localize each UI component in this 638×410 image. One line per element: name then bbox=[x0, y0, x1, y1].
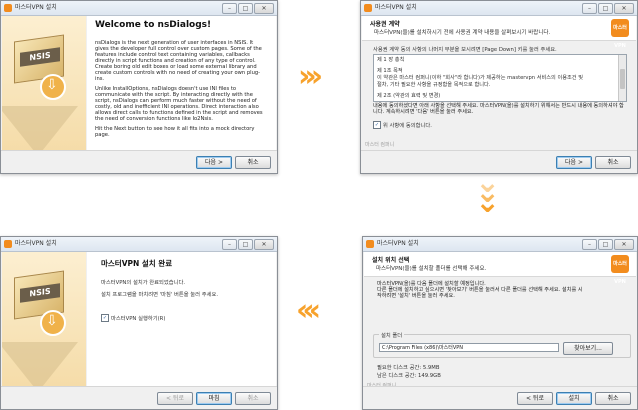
directory-window-title: 마스터VPN 설치 bbox=[377, 240, 419, 247]
minimize-button[interactable]: – bbox=[222, 3, 237, 14]
close-button[interactable]: ✕ bbox=[254, 239, 274, 250]
finish-heading: 마스터VPN 설치 완료 bbox=[101, 259, 173, 268]
maximize-button[interactable]: □ bbox=[238, 239, 253, 250]
back-button[interactable]: < 뒤로 bbox=[517, 392, 553, 405]
welcome-paragraph-3: Hit the Next button to see how it all fi… bbox=[95, 126, 255, 138]
directory-footer: < 뒤로 설치 취소 bbox=[363, 386, 637, 409]
minimize-button[interactable]: – bbox=[582, 3, 597, 14]
welcome-titlebar[interactable]: 마스터VPN 설치 – □ ✕ bbox=[1, 1, 277, 16]
welcome-paragraph-2: Unlike InstallOptions, nsDialogs doesn't… bbox=[95, 86, 263, 122]
welcome-content: Welcome to nsDialogs! nsDialogs is the n… bbox=[87, 16, 276, 150]
license-line: 이 약관은 마스터 컴퍼니(이하 "회사"라 합니다)가 제공하는 master… bbox=[377, 75, 583, 81]
directory-desc-line: 작하려면 '설치' 버튼을 눌러 주세요. bbox=[377, 293, 455, 299]
cancel-button[interactable]: 취소 bbox=[595, 392, 631, 405]
license-header-title: 사용권 계약 bbox=[370, 21, 400, 28]
directory-window: 마스터VPN 설치 – □ ✕ 설치 위치 선택 마스터VPN(을)를 설치할 … bbox=[362, 236, 638, 410]
app-icon bbox=[4, 4, 12, 12]
directory-header-subtitle: 마스터VPN(을)를 설치할 폴더를 선택해 주세요. bbox=[376, 266, 487, 272]
arrow-down-chevron-3: ⌄ bbox=[475, 185, 501, 220]
finish-button[interactable]: 마침 bbox=[196, 392, 232, 405]
download-disc-icon bbox=[40, 310, 66, 336]
cancel-button[interactable]: 취소 bbox=[235, 392, 271, 405]
directory-description: 마스터VPN(을)를 다음 폴더에 설치할 예정입니다. 다른 폴더에 설치하고… bbox=[377, 281, 627, 299]
finish-window: 마스터VPN 설치 – □ ✕ NSIS 마스터VPN 설치 완료 마스터VPN… bbox=[0, 236, 278, 410]
welcome-window-title: 마스터VPN 설치 bbox=[15, 4, 57, 11]
license-header-subtitle: 마스터VPN(을)를 설치하시기 전에 사용권 계약 내용을 살펴보시기 바랍니… bbox=[374, 30, 551, 36]
welcome-window: 마스터VPN 설치 – □ ✕ NSIS Welcome to nsDialog… bbox=[0, 0, 278, 174]
welcome-heading: Welcome to nsDialogs! bbox=[95, 20, 212, 30]
finish-footer: < 뒤로 마침 취소 bbox=[1, 386, 277, 409]
finish-titlebar[interactable]: 마스터VPN 설치 – □ ✕ bbox=[1, 237, 277, 252]
license-text-box[interactable]: 제 1 장 총칙 제 1조 목적 이 약관은 마스터 컴퍼니(이하 "회사"라 … bbox=[373, 54, 627, 102]
maximize-button[interactable]: □ bbox=[598, 3, 613, 14]
license-line: 제 1 장 총칙 bbox=[377, 57, 405, 63]
minimize-button[interactable]: – bbox=[222, 239, 237, 250]
license-window-title: 마스터VPN 설치 bbox=[375, 4, 417, 11]
welcome-footer: 다음 > 취소 bbox=[1, 150, 277, 173]
finish-window-title: 마스터VPN 설치 bbox=[15, 240, 57, 247]
sidebar-arrow-graphic bbox=[2, 106, 78, 156]
directory-titlebar[interactable]: 마스터VPN 설치 – □ ✕ bbox=[363, 237, 637, 252]
license-header: 사용권 계약 마스터VPN(을)를 설치하시기 전에 사용권 계약 내용을 살펴… bbox=[362, 16, 636, 49]
maximize-button[interactable]: □ bbox=[238, 3, 253, 14]
maximize-button[interactable]: □ bbox=[598, 239, 613, 250]
close-button[interactable]: ✕ bbox=[254, 3, 274, 14]
mastervpn-logo: 마스터VPN bbox=[611, 255, 629, 285]
agree-checkbox-label[interactable]: 위 사항에 동의합니다. bbox=[383, 121, 432, 129]
finish-line-2: 설치 프로그램을 마치려면 '마침' 버튼을 눌러 주세요. bbox=[101, 292, 219, 298]
welcome-paragraph-1: nsDialogs is the next generation of user… bbox=[95, 40, 262, 82]
arrow-right-icon: ››› bbox=[298, 59, 323, 94]
close-button[interactable]: ✕ bbox=[614, 3, 634, 14]
arrow-down-icon: ⌄ ⌄ ⌄ bbox=[472, 168, 502, 228]
agree-checkbox[interactable]: ✓ bbox=[373, 121, 381, 129]
cancel-button[interactable]: 취소 bbox=[235, 156, 271, 169]
license-line: 제 1조 목적 bbox=[377, 68, 403, 74]
cancel-button[interactable]: 취소 bbox=[595, 156, 631, 169]
arrow-left-icon: ‹‹‹ bbox=[296, 293, 321, 328]
sidebar-arrow-graphic bbox=[2, 342, 78, 392]
run-checkbox-label[interactable]: 마스터VPN 실행하기(R) bbox=[111, 314, 165, 322]
brand-text: 마스터 컴퍼니 bbox=[365, 142, 395, 148]
minimize-button[interactable]: – bbox=[582, 239, 597, 250]
finish-line-1: 마스터VPN의 설치가 완료되었습니다. bbox=[101, 280, 186, 286]
directory-header-title: 설치 위치 선택 bbox=[372, 257, 410, 264]
app-icon bbox=[4, 240, 12, 248]
license-line: 절차, 기타 필요한 사항을 규정함을 목적으로 합니다. bbox=[377, 82, 491, 88]
mastervpn-logo: 마스터VPN bbox=[611, 19, 629, 49]
close-button[interactable]: ✕ bbox=[614, 239, 634, 250]
install-button[interactable]: 설치 bbox=[556, 392, 592, 405]
app-icon bbox=[366, 240, 374, 248]
scrollbar-thumb[interactable] bbox=[620, 69, 625, 89]
space-required: 필요한 디스크 공간: 5.9MB bbox=[377, 365, 440, 371]
license-titlebar[interactable]: 마스터VPN 설치 – □ ✕ bbox=[361, 1, 637, 16]
next-button[interactable]: 다음 > bbox=[556, 156, 592, 169]
license-window: 마스터VPN 설치 – □ ✕ 사용권 계약 마스터VPN(을)를 설치하시기 … bbox=[360, 0, 638, 174]
license-instruction: 사용권 계약 동의 사항의 나머지 부분을 보시려면 [Page Down] 키… bbox=[373, 47, 557, 53]
welcome-sidebar-art: NSIS bbox=[2, 16, 86, 172]
next-button[interactable]: 다음 > bbox=[196, 156, 232, 169]
license-scrollbar[interactable] bbox=[618, 55, 626, 101]
browse-button[interactable]: 찾아보기... bbox=[563, 342, 613, 355]
license-agree-description: 내용에 동의하셨다면 아래 사항을 선택해 주세요. 마스터VPN(을)를 설치… bbox=[373, 103, 624, 115]
run-checkbox[interactable]: ✓ bbox=[101, 314, 109, 322]
app-icon bbox=[364, 4, 372, 12]
directory-header: 설치 위치 선택 마스터VPN(을)를 설치할 폴더를 선택해 주세요. 마스터… bbox=[364, 252, 636, 285]
finish-content: 마스터VPN 설치 완료 마스터VPN의 설치가 완료되었습니다. 설치 프로그… bbox=[87, 252, 276, 386]
license-text-content: 제 1 장 총칙 제 1조 목적 이 약관은 마스터 컴퍼니(이하 "회사"라 … bbox=[374, 55, 626, 100]
finish-sidebar-art: NSIS bbox=[2, 252, 86, 408]
install-path-input[interactable]: C:\Program Files (x86)\마스터VPN bbox=[379, 343, 559, 352]
download-disc-icon bbox=[40, 74, 66, 100]
back-button[interactable]: < 뒤로 bbox=[157, 392, 193, 405]
license-line: 제 2조 (약관의 효력 및 변경) bbox=[377, 93, 441, 99]
space-available: 남은 디스크 공간: 149.9GB bbox=[377, 373, 441, 379]
install-folder-label: 설치 폴더 bbox=[379, 331, 405, 339]
